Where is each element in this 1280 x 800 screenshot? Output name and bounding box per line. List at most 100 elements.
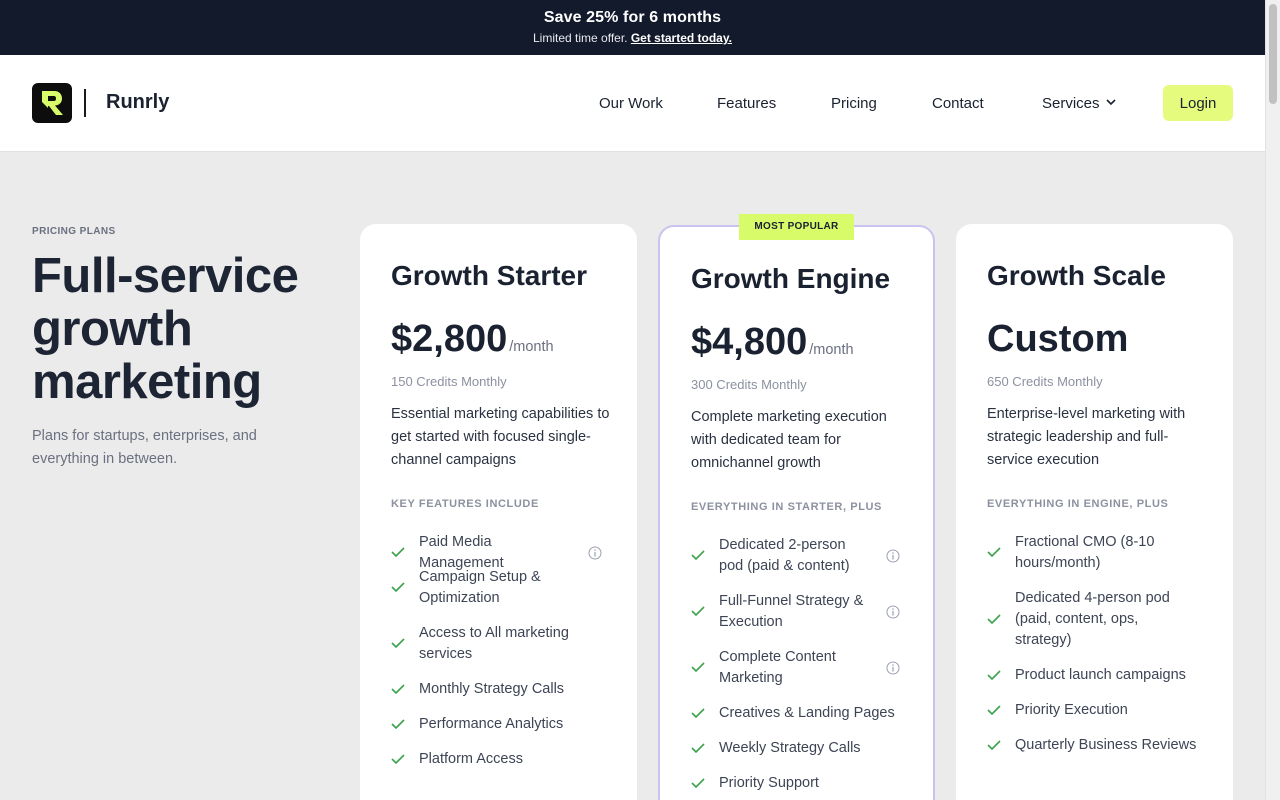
price-period: /month (809, 342, 854, 358)
plan-price: $4,800/month (691, 321, 854, 364)
check-icon (391, 579, 419, 597)
info-icon[interactable] (588, 546, 602, 565)
check-icon (987, 702, 1015, 720)
nav-services[interactable]: Services (1042, 95, 1116, 112)
price-period: /month (509, 339, 554, 355)
nav-services-label: Services (1042, 95, 1100, 112)
feature-item: Dedicated 2-person pod (paid & content) (691, 535, 906, 577)
feature-text: Quarterly Business Reviews (1015, 737, 1197, 753)
feature-item: Priority Execution (987, 700, 1202, 721)
info-icon[interactable] (886, 661, 900, 680)
check-icon (987, 544, 1015, 562)
plan-name: Growth Starter (391, 260, 588, 291)
check-icon (987, 667, 1015, 685)
plan-credits: 150 Credits Monthly (391, 374, 507, 389)
features-label: EVERYTHING IN STARTER, PLUS (691, 501, 882, 513)
info-icon[interactable] (886, 549, 900, 568)
hero-title: Full-service growth marketing (32, 250, 332, 409)
hero-subtitle: Plans for startups, enterprises, and eve… (32, 428, 257, 467)
feature-item: Dedicated 4-person pod (paid, content, o… (987, 588, 1202, 651)
site-header: Runrly Our Work Features Pricing Contact… (0, 55, 1265, 152)
nav-pricing[interactable]: Pricing (831, 95, 877, 112)
check-icon (691, 547, 719, 565)
brand-name[interactable]: Runrly (106, 91, 169, 114)
feature-text: Full-Funnel Strategy & Execution (719, 593, 864, 630)
feature-text: Dedicated 4-person pod (paid, content, o… (1015, 590, 1170, 648)
plan-description: Enterprise-level marketing with strategi… (987, 406, 1186, 468)
plan-credits: 300 Credits Monthly (691, 377, 807, 392)
chevron-down-icon (1105, 99, 1116, 106)
feature-text: Platform Access (419, 751, 523, 767)
most-popular-badge: MOST POPULAR (739, 214, 854, 240)
scrollbar-thumb[interactable] (1269, 4, 1277, 104)
hero-line-1: Full-service (32, 249, 299, 303)
feature-item: Weekly Strategy Calls (691, 738, 906, 759)
feature-item: Quarterly Business Reviews (987, 735, 1202, 756)
feature-text: Creatives & Landing Pages (719, 705, 895, 721)
info-icon[interactable] (886, 605, 900, 624)
feature-item: Platform Access (391, 749, 606, 770)
check-icon (691, 659, 719, 677)
feature-text: Performance Analytics (419, 716, 564, 732)
price-value: Custom (987, 318, 1129, 360)
check-icon (987, 737, 1015, 755)
feature-item: Access to All marketing services (391, 623, 606, 665)
check-icon (391, 681, 419, 699)
feature-item: Creatives & Landing Pages (691, 703, 906, 724)
logo-divider (84, 89, 86, 117)
feature-text: Product launch campaigns (1015, 667, 1186, 683)
pricing-eyebrow: PRICING PLANS (32, 226, 116, 237)
feature-item: Fractional CMO (8-10 hours/month) (987, 532, 1202, 574)
promo-title: Save 25% for 6 months (543, 9, 722, 26)
feature-item: Monthly Strategy Calls (391, 679, 606, 700)
check-icon (691, 775, 719, 793)
nav-contact[interactable]: Contact (932, 95, 984, 112)
promo-text: Limited time offer. (533, 31, 628, 45)
plan-price: $2,800/month (391, 318, 554, 361)
promo-subtitle: Limited time offer. Get started today. (0, 31, 1265, 45)
feature-item: Product launch campaigns (987, 665, 1202, 686)
promo-link[interactable]: Get started today. (631, 31, 732, 45)
check-icon (691, 603, 719, 621)
check-icon (691, 705, 719, 723)
hero-line-2: growth (32, 302, 193, 356)
plan-card-scale: Growth Scale Custom 650 Credits Monthly … (956, 224, 1233, 800)
feature-text: Weekly Strategy Calls (719, 740, 861, 756)
login-button[interactable]: Login (1163, 85, 1233, 121)
nav-features[interactable]: Features (717, 95, 776, 112)
price-value: $4,800 (691, 321, 808, 363)
check-icon (391, 635, 419, 653)
feature-text: Complete Content Marketing (719, 649, 836, 686)
feature-item: Performance Analytics (391, 714, 606, 735)
logo-r-icon (42, 91, 63, 115)
plan-credits: 650 Credits Monthly (987, 374, 1103, 389)
plan-description: Complete marketing execution with dedica… (691, 409, 887, 471)
check-icon (391, 716, 419, 734)
features-label: EVERYTHING IN ENGINE, PLUS (987, 498, 1169, 510)
plan-card-engine: Growth Engine $4,800/month 300 Credits M… (658, 225, 935, 800)
feature-item: Priority Support (691, 773, 906, 794)
feature-text: Priority Support (719, 775, 819, 791)
feature-text: Campaign Setup & Optimization (419, 569, 541, 606)
plan-description: Essential marketing capabilities to get … (391, 406, 610, 468)
feature-text: Dedicated 2-person pod (paid & content) (719, 537, 850, 574)
feature-item: Full-Funnel Strategy & Execution (691, 591, 906, 633)
check-icon (391, 544, 419, 562)
plan-name: Growth Scale (987, 260, 1166, 291)
nav-our-work[interactable]: Our Work (599, 95, 663, 112)
feature-text: Monthly Strategy Calls (419, 681, 565, 697)
feature-text: Fractional CMO (8-10 hours/month) (1015, 534, 1155, 571)
price-value: $2,800 (391, 318, 508, 360)
plan-price: Custom (987, 318, 1128, 361)
feature-item: Complete Content Marketing (691, 647, 906, 689)
page-scrollbar[interactable] (1265, 0, 1280, 800)
logo[interactable] (32, 83, 72, 123)
check-icon (987, 611, 1015, 629)
hero-line-3: marketing (32, 355, 262, 409)
promo-banner: Save 25% for 6 months Limited time offer… (0, 0, 1265, 55)
plan-card-starter: Growth Starter $2,800/month 150 Credits … (360, 224, 637, 800)
plan-name: Growth Engine (691, 263, 891, 294)
check-icon (691, 740, 719, 758)
feature-text: Access to All marketing services (419, 625, 569, 662)
feature-item: Campaign Setup & Optimization (391, 567, 606, 609)
